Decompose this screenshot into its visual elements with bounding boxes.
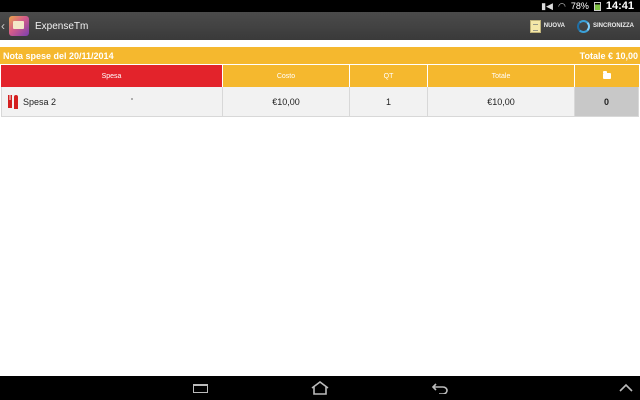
column-header-attachments[interactable] — [575, 65, 639, 87]
new-document-icon — [529, 19, 541, 33]
chevron-up-icon — [619, 383, 633, 392]
screen: ▮◀ ◠ 78% 14:41 ‹ ExpenseTm NUOVA SINCRON… — [0, 0, 640, 400]
home-icon — [311, 381, 329, 395]
folder-icon — [603, 71, 611, 79]
up-chevron-icon[interactable]: ‹ — [1, 19, 9, 33]
recents-button[interactable] — [186, 380, 214, 396]
sync-button[interactable]: SINCRONIZZA — [571, 12, 640, 40]
expense-name-cell[interactable]: Spesa 2 — [1, 87, 223, 116]
action-buttons: NUOVA SINCRONIZZA — [524, 12, 640, 40]
battery-icon — [593, 1, 601, 11]
back-button[interactable] — [426, 380, 454, 396]
expense-name: Spesa 2 — [23, 96, 57, 107]
expense-qty-cell[interactable]: 1 — [350, 87, 428, 116]
app-logo-icon[interactable] — [9, 16, 29, 36]
recents-icon — [192, 383, 208, 393]
navigation-bar — [0, 376, 640, 400]
attachment-count-cell[interactable]: 0 — [575, 87, 639, 116]
expense-cost-cell[interactable]: €10,00 — [223, 87, 350, 116]
app-title: ExpenseTm — [35, 20, 89, 32]
note-total: Totale € 10,00 — [579, 50, 638, 61]
fork-knife-icon — [7, 94, 19, 109]
note-info-bar: Nota spese del 20/11/2014 Totale € 10,00 — [0, 47, 640, 64]
collapse-button[interactable] — [612, 380, 640, 396]
table-header: Spesa Costo QT Totale — [1, 65, 639, 87]
note-title: Nota spese del 20/11/2014 — [3, 50, 114, 61]
status-bar: ▮◀ ◠ 78% 14:41 — [0, 0, 640, 12]
clock: 14:41 — [605, 0, 634, 12]
sync-button-label: SINCRONIZZA — [593, 23, 634, 29]
notification-icon: ▮◀ — [541, 0, 553, 11]
new-button-label: NUOVA — [543, 23, 565, 29]
new-button[interactable]: NUOVA — [524, 12, 571, 40]
expense-table: Spesa Costo QT Totale Spesa 2 €10,00 1 €… — [1, 65, 639, 117]
expense-total-cell[interactable]: €10,00 — [428, 87, 575, 116]
dot-artifact — [131, 98, 133, 100]
wifi-icon: ◠ — [557, 0, 566, 11]
battery-percentage: 78% — [570, 1, 589, 11]
home-button[interactable] — [306, 380, 334, 396]
action-bar: ‹ ExpenseTm NUOVA SINCRONIZZA — [0, 12, 640, 40]
back-icon — [431, 383, 448, 394]
sync-icon — [577, 19, 590, 33]
column-header-costo[interactable]: Costo — [223, 65, 350, 87]
column-header-totale[interactable]: Totale — [428, 65, 575, 87]
column-header-qt[interactable]: QT — [350, 65, 428, 87]
column-header-spesa[interactable]: Spesa — [1, 65, 223, 87]
table-row[interactable]: Spesa 2 €10,00 1 €10,00 0 — [1, 87, 639, 117]
